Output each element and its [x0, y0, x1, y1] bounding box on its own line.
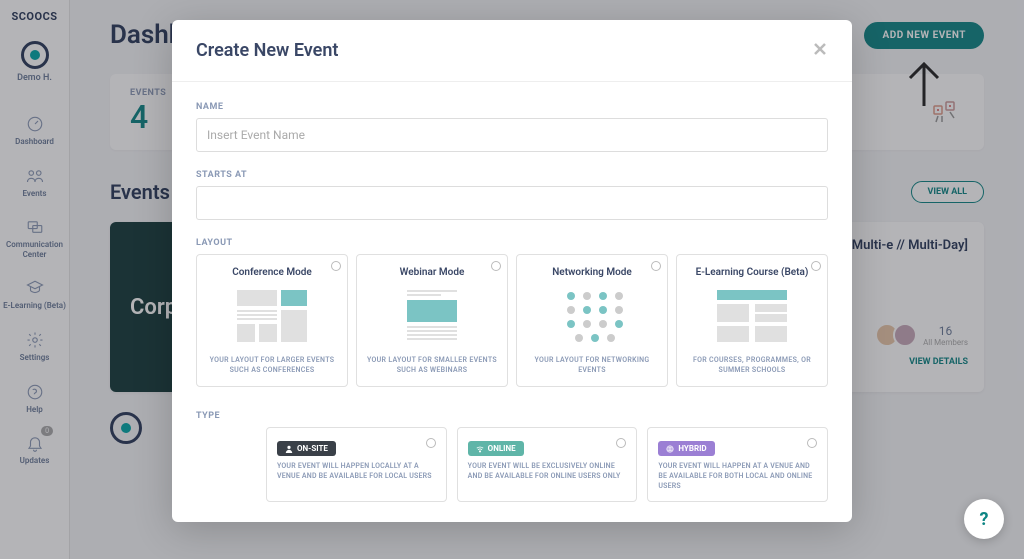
radio-icon [807, 438, 817, 448]
starts-at-label: STARTS AT [196, 170, 828, 180]
radio-icon [811, 261, 821, 271]
layout-option-title: E-Learning Course (Beta) [685, 267, 819, 278]
modal-header: Create New Event [172, 20, 852, 82]
event-name-input[interactable] [196, 118, 828, 152]
layout-option-elearning[interactable]: E-Learning Course (Beta) FOR COURSES, PR… [676, 254, 828, 387]
type-option-desc: YOUR EVENT WILL HAPPEN LOCALLY AT A VENU… [277, 462, 436, 482]
networking-layout-icon [525, 288, 659, 346]
radio-icon [491, 261, 501, 271]
layout-label: LAYOUT [196, 238, 828, 248]
layout-option-desc: YOUR LAYOUT FOR SMALLER EVENTS SUCH AS W… [365, 356, 499, 376]
modal-overlay: Create New Event NAME STARTS AT LAYOUT C… [0, 0, 1024, 559]
type-badge-label: ON-SITE [297, 444, 328, 453]
close-icon [812, 41, 828, 57]
layout-option-networking[interactable]: Networking Mode YOUR LAYOUT FOR NETWORKI… [516, 254, 668, 387]
name-label: NAME [196, 102, 828, 112]
layout-option-desc: FOR COURSES, PROGRAMMES, OR SUMMER SCHOO… [685, 356, 819, 376]
type-option-desc: YOUR EVENT WILL HAPPEN AT A VENUE AND BE… [658, 462, 817, 491]
layout-option-desc: YOUR LAYOUT FOR NETWORKING EVENTS [525, 356, 659, 376]
layout-option-desc: YOUR LAYOUT FOR LARGER EVENTS SUCH AS CO… [205, 356, 339, 376]
layout-option-title: Networking Mode [525, 267, 659, 278]
layout-option-webinar[interactable]: Webinar Mode YOUR LAYOUT FOR SMALLER EVE… [356, 254, 508, 387]
type-option-onsite[interactable]: ON-SITE YOUR EVENT WILL HAPPEN LOCALLY A… [266, 427, 447, 503]
radio-icon [331, 261, 341, 271]
type-option-online[interactable]: ONLINE YOUR EVENT WILL BE EXCLUSIVELY ON… [457, 427, 638, 503]
create-event-modal: Create New Event NAME STARTS AT LAYOUT C… [172, 20, 852, 522]
question-icon: ? [980, 509, 989, 530]
layout-option-title: Conference Mode [205, 267, 339, 278]
radio-icon [651, 261, 661, 271]
type-badge-label: ONLINE [488, 444, 516, 453]
conference-layout-icon [205, 288, 339, 346]
layout-option-conference[interactable]: Conference Mode YOUR LAYOUT FOR LARGER E… [196, 254, 348, 387]
radio-icon [616, 438, 626, 448]
globe-icon [666, 445, 674, 453]
type-label: TYPE [196, 411, 828, 421]
elearning-layout-icon [685, 288, 819, 346]
starts-at-input[interactable] [196, 186, 828, 220]
close-button[interactable] [812, 38, 828, 63]
modal-title: Create New Event [196, 40, 338, 61]
wifi-icon [476, 445, 484, 453]
webinar-layout-icon [365, 288, 499, 346]
layout-option-title: Webinar Mode [365, 267, 499, 278]
layout-options: Conference Mode YOUR LAYOUT FOR LARGER E… [196, 254, 828, 387]
type-option-hybrid[interactable]: HYBRID YOUR EVENT WILL HAPPEN AT A VENUE… [647, 427, 828, 503]
modal-body: NAME STARTS AT LAYOUT Conference Mode YO… [172, 82, 852, 522]
type-badge-label: HYBRID [678, 444, 706, 453]
user-icon [285, 445, 293, 453]
help-fab[interactable]: ? [964, 499, 1004, 539]
radio-icon [426, 438, 436, 448]
type-options: ON-SITE YOUR EVENT WILL HAPPEN LOCALLY A… [266, 427, 828, 503]
type-option-desc: YOUR EVENT WILL BE EXCLUSIVELY ONLINE AN… [468, 462, 627, 482]
